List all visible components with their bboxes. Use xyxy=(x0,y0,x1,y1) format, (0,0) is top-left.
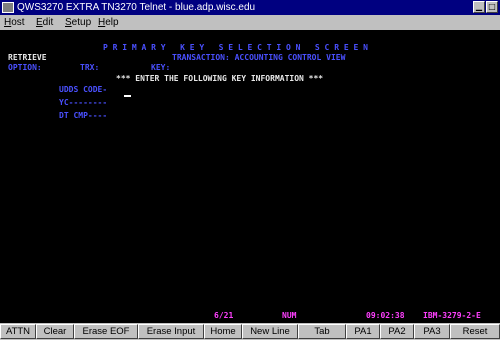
erase-input-button[interactable]: Erase Input xyxy=(138,324,204,339)
screen-header: P R I M A R Y K E Y S E L E C T I O N S … xyxy=(103,43,368,52)
key-label: KEY: xyxy=(151,63,171,72)
clear-button[interactable]: Clear xyxy=(36,324,74,339)
dt-cmp-label: DT CMP---- xyxy=(59,111,108,120)
instruction-text: *** ENTER THE FOLLOWING KEY INFORMATION … xyxy=(116,74,324,83)
clock-time: 09:02:38 xyxy=(366,311,405,320)
pa2-button[interactable]: PA2 xyxy=(380,324,414,339)
menu-bar: Host Edit Setup Help xyxy=(0,15,500,30)
mode-label: RETRIEVE xyxy=(8,53,47,62)
terminal-type: IBM-3279-2-E xyxy=(423,311,481,320)
reset-button[interactable]: Reset xyxy=(450,324,500,339)
new-line-button[interactable]: New Line xyxy=(242,324,298,339)
option-label: OPTION: xyxy=(8,63,42,72)
num-lock-indicator: NUM xyxy=(282,311,297,320)
minimize-button[interactable]: ▁ xyxy=(473,1,485,13)
tab-button[interactable]: Tab xyxy=(298,324,346,339)
menu-help[interactable]: Help xyxy=(98,15,119,30)
title-bar: QWS3270 EXTRA TN3270 Telnet - blue.adp.w… xyxy=(0,0,500,15)
home-button[interactable]: Home xyxy=(204,324,242,339)
terminal-app-icon[interactable] xyxy=(2,2,14,13)
cursor-position: 6/21 xyxy=(214,311,234,320)
attn-button[interactable]: ATTN xyxy=(0,324,36,339)
pa3-button[interactable]: PA3 xyxy=(414,324,450,339)
function-key-bar: ATTN Clear Erase EOF Erase Input Home Ne… xyxy=(0,323,500,340)
erase-eof-button[interactable]: Erase EOF xyxy=(74,324,138,339)
text-cursor xyxy=(124,95,131,97)
window-title: QWS3270 EXTRA TN3270 Telnet - blue.adp.w… xyxy=(17,2,256,13)
menu-edit[interactable]: Edit xyxy=(36,15,53,30)
trx-label: TRX: xyxy=(80,63,100,72)
window-controls: ▁ □ xyxy=(473,1,498,13)
maximize-button[interactable]: □ xyxy=(486,1,498,13)
udds-code-label: UDDS CODE- xyxy=(59,85,108,94)
transaction-label: TRANSACTION: ACCOUNTING CONTROL VIEW xyxy=(172,53,346,62)
terminal-screen[interactable]: P R I M A R Y K E Y S E L E C T I O N S … xyxy=(0,30,500,323)
pa1-button[interactable]: PA1 xyxy=(346,324,380,339)
menu-host[interactable]: Host xyxy=(4,15,25,30)
yc-label: YC-------- xyxy=(59,98,108,107)
menu-setup[interactable]: Setup xyxy=(65,15,91,30)
